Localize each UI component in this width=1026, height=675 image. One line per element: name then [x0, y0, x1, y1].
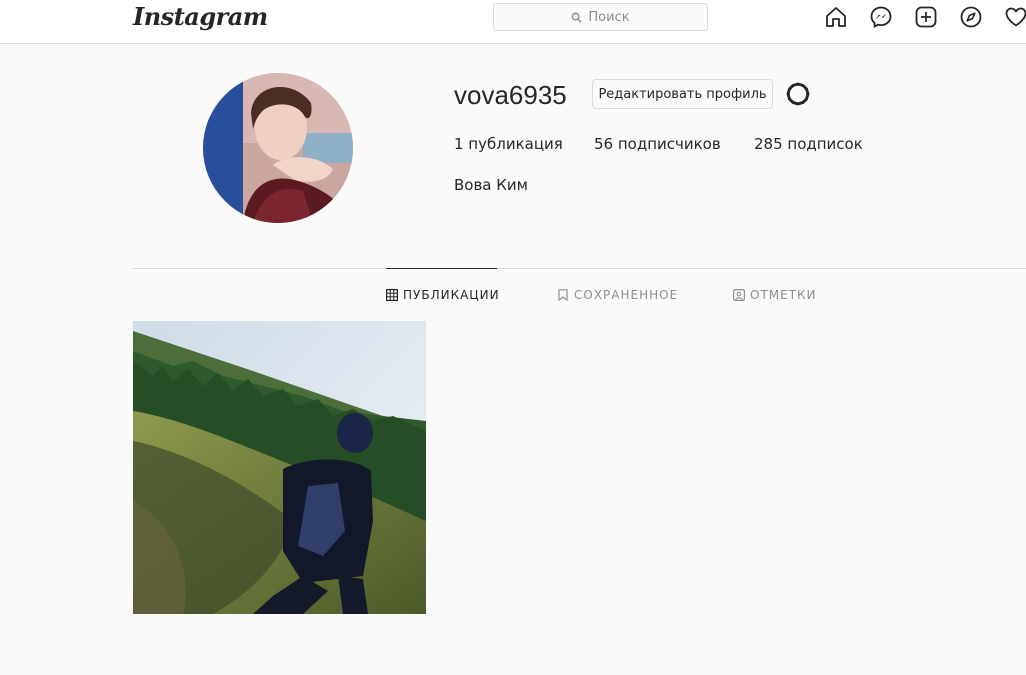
followers-count[interactable]: 56 подписчиков — [594, 135, 754, 153]
post-thumbnail[interactable] — [133, 321, 426, 614]
tagged-icon — [733, 289, 745, 301]
posts-count: 1 публикация — [454, 135, 563, 153]
tab-saved[interactable]: СОХРАНЕННОЕ — [557, 288, 678, 302]
explore-icon[interactable] — [959, 5, 983, 29]
search-input[interactable]: Поиск — [493, 3, 708, 31]
tabs-divider — [133, 268, 1026, 269]
messenger-icon[interactable] — [869, 5, 893, 29]
home-icon[interactable] — [824, 5, 848, 29]
profile-full-name: Вова Ким — [454, 176, 528, 194]
following-count[interactable]: 285 подписок — [754, 135, 863, 153]
tab-posts[interactable]: ПУБЛИКАЦИИ — [386, 288, 500, 302]
tab-tagged-label: ОТМЕТКИ — [750, 288, 817, 302]
grid-icon — [386, 289, 398, 301]
tab-tagged[interactable]: ОТМЕТКИ — [733, 288, 817, 302]
instagram-logo[interactable]: Instagram — [133, 2, 268, 31]
profile-avatar[interactable] — [203, 73, 353, 223]
post-photo — [133, 321, 426, 614]
search-placeholder: Поиск — [588, 9, 630, 25]
nav-icons — [824, 5, 1026, 29]
active-tab-indicator — [386, 268, 497, 269]
new-post-icon[interactable] — [914, 5, 938, 29]
profile-stats: 1 публикация 56 подписчиков 285 подписок — [454, 135, 863, 153]
edit-profile-button[interactable]: Редактировать профиль — [592, 79, 773, 109]
search-icon — [571, 12, 583, 23]
bookmark-icon — [558, 289, 568, 301]
tab-saved-label: СОХРАНЕННОЕ — [574, 288, 679, 302]
tab-posts-label: ПУБЛИКАЦИИ — [403, 288, 500, 302]
profile-username: vova6935 — [454, 80, 567, 110]
top-navigation-bar: Instagram Поиск — [0, 0, 1026, 44]
settings-gear-icon[interactable] — [785, 81, 811, 107]
avatar-photo — [203, 73, 353, 223]
activity-heart-icon[interactable] — [1004, 5, 1026, 29]
